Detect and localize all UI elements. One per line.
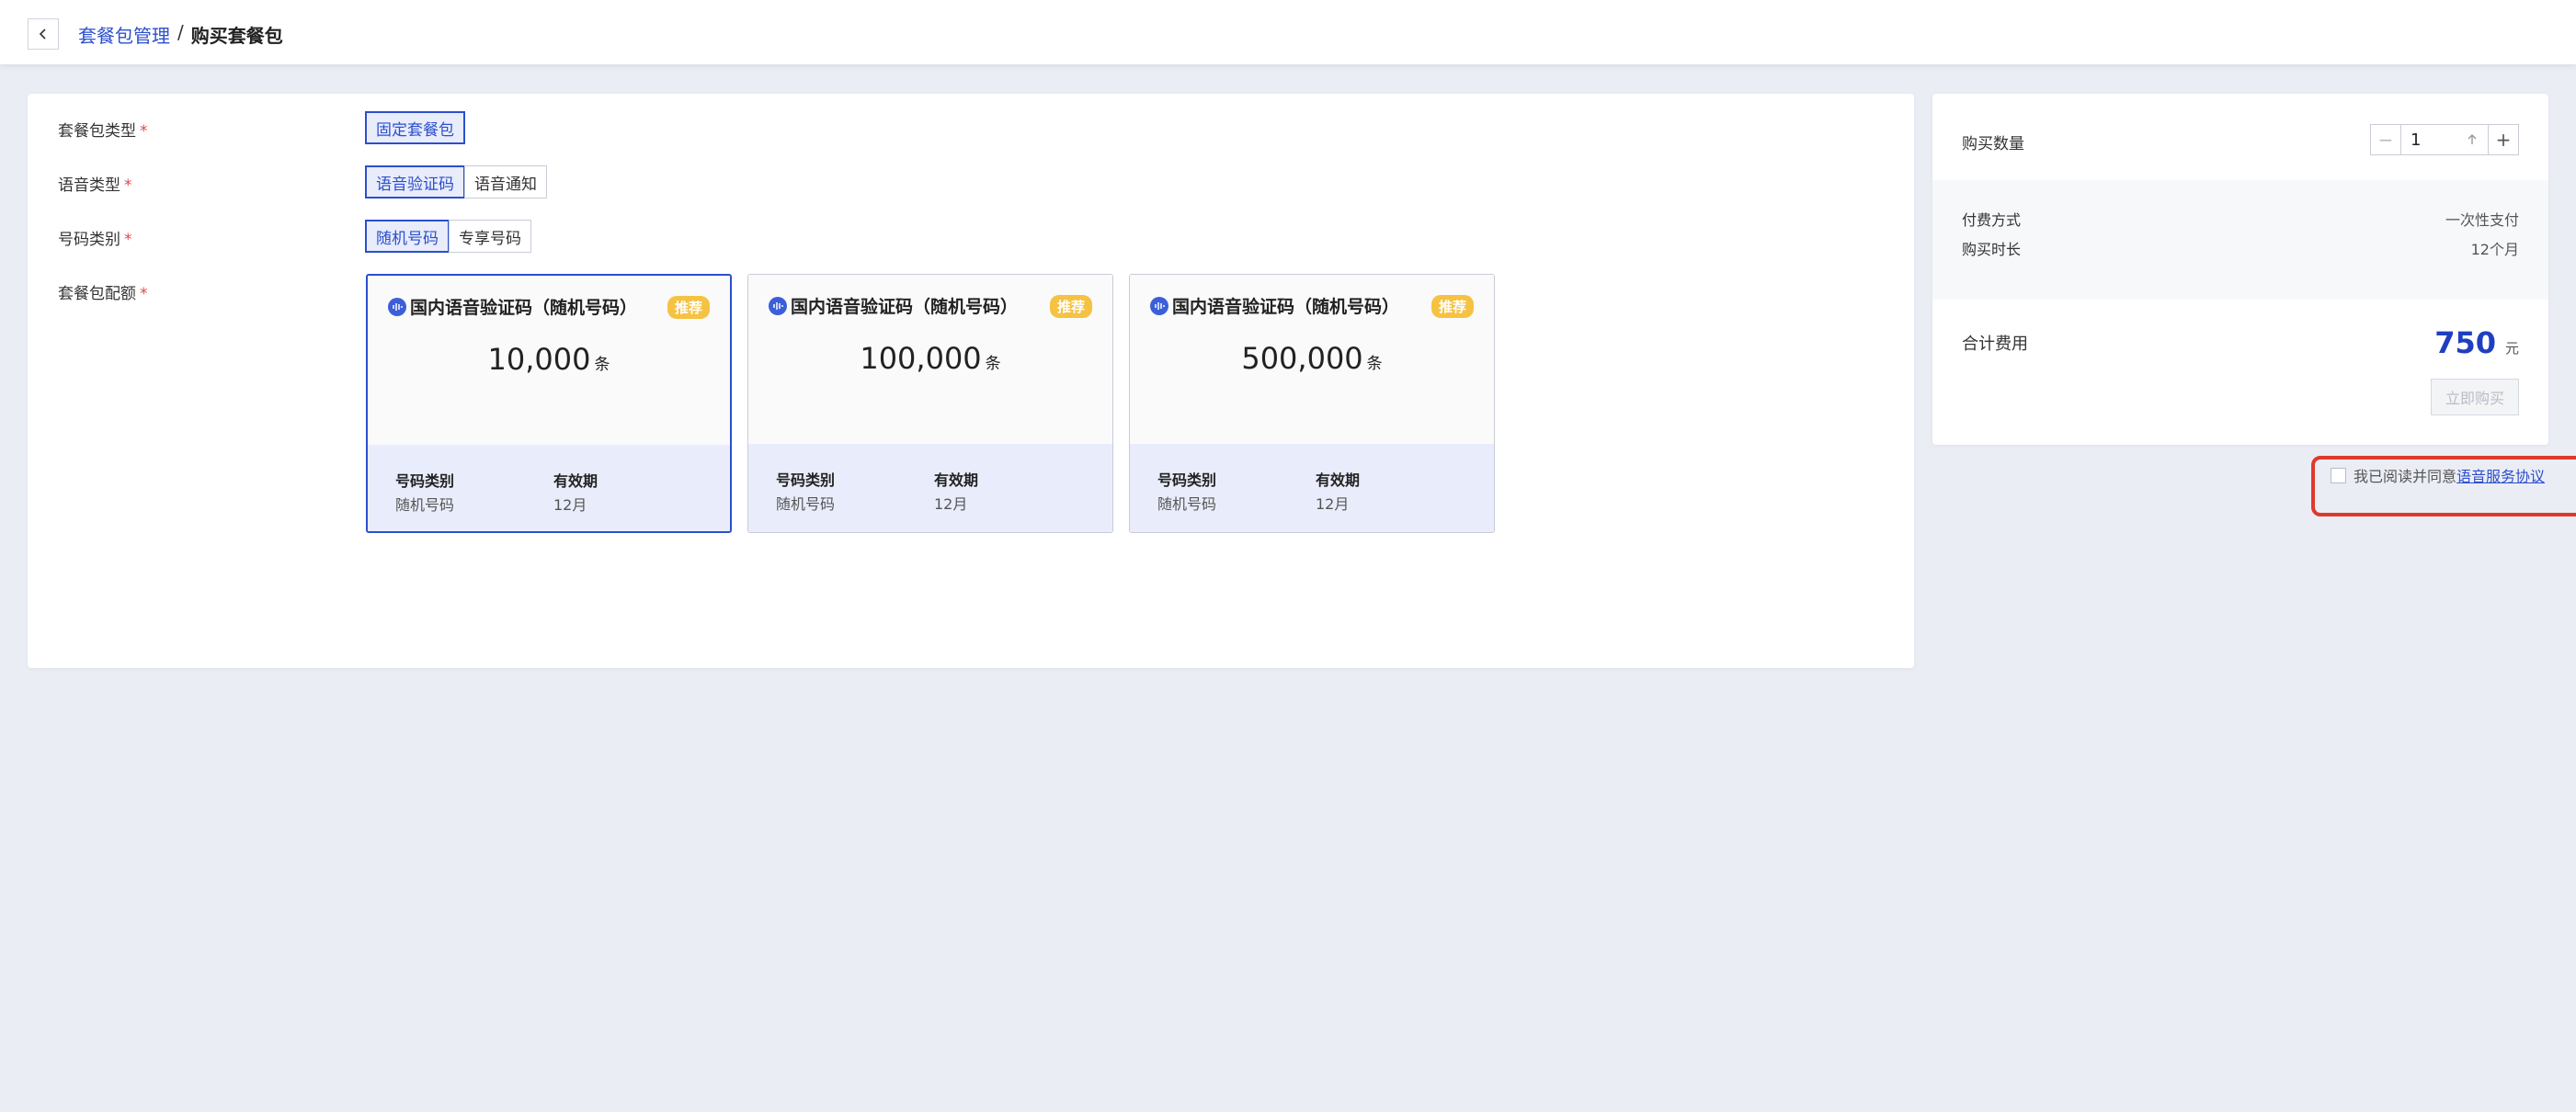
package-quantity-unit: 条: [985, 355, 1001, 373]
number-type-label: 号码类别 *: [58, 226, 132, 249]
back-button[interactable]: [28, 18, 59, 50]
package-type-selector: 固定套餐包: [365, 111, 465, 144]
detail-number-type-value: 随机号码: [1157, 495, 1217, 513]
top-header: 套餐包管理 / 购买套餐包: [0, 0, 2576, 64]
payment-method-label: 付费方式: [1962, 211, 2022, 229]
package-details: 号码类别 随机号码 有效期 12月: [368, 445, 730, 531]
duration-row: 购买时长 12个月: [1962, 237, 2519, 259]
package-type-label-text: 套餐包类型: [58, 122, 136, 141]
agreement-checkbox[interactable]: [2331, 467, 2346, 483]
package-title-text: 国内语音验证码（随机号码）: [410, 298, 638, 318]
quantity-value: 1: [2411, 130, 2422, 150]
package-title-text: 国内语音验证码（随机号码）: [1172, 297, 1400, 317]
package-title: 国内语音验证码（随机号码）: [388, 294, 637, 319]
voice-type-option-notification[interactable]: 语音通知: [464, 165, 547, 199]
buy-now-button[interactable]: 立即购买: [2431, 379, 2519, 415]
package-quantity: 500,000 条: [1130, 341, 1494, 376]
recommend-badge: 推荐: [667, 296, 710, 319]
package-quantity-value: 10,000: [487, 342, 591, 377]
breadcrumb: 套餐包管理 / 购买套餐包: [78, 21, 283, 48]
quota-label-text: 套餐包配额: [58, 285, 136, 303]
voice-type-label-text: 语音类型: [58, 176, 120, 195]
package-card-100000[interactable]: 国内语音验证码（随机号码） 推荐 100,000 条 号码类别 随机号码 有效期 …: [747, 274, 1113, 533]
breadcrumb-current: 购买套餐包: [190, 25, 283, 47]
total-amount: 750 元: [2434, 325, 2519, 360]
voice-wave-icon: [388, 297, 406, 316]
service-agreement-link[interactable]: 语音服务协议: [2456, 464, 2545, 486]
detail-validity-value: 12月: [553, 496, 587, 514]
package-quantity-value: 500,000: [1241, 341, 1363, 376]
required-mark: *: [124, 176, 132, 195]
order-summary-panel: 购买数量 − 1 + 付费方式 一次性支付 购买时长 12个月 合计费用 750…: [1932, 94, 2548, 445]
package-quantity-unit: 条: [594, 356, 610, 374]
detail-validity-value: 12月: [934, 495, 968, 513]
breadcrumb-parent-link[interactable]: 套餐包管理: [78, 21, 170, 48]
number-type-option-random[interactable]: 随机号码: [365, 220, 450, 253]
currency-unit: 元: [2504, 340, 2519, 357]
package-title-text: 国内语音验证码（随机号码）: [791, 297, 1019, 317]
package-quantity-value: 100,000: [860, 341, 982, 376]
arrow-up-icon: [2468, 134, 2477, 144]
chevron-left-icon: [39, 28, 46, 40]
package-quantity: 10,000 条: [368, 342, 730, 377]
detail-number-type-label: 号码类别: [1157, 471, 1217, 489]
payment-method-value: 一次性支付: [2445, 211, 2519, 229]
voice-type-label: 语音类型 *: [58, 172, 132, 195]
package-card-10000[interactable]: 国内语音验证码（随机号码） 推荐 10,000 条 号码类别 随机号码 有效期 1…: [366, 274, 732, 533]
required-mark: *: [140, 285, 148, 303]
number-type-option-dedicated[interactable]: 专享号码: [449, 220, 531, 253]
payment-method-row: 付费方式 一次性支付: [1962, 208, 2519, 230]
package-card-500000[interactable]: 国内语音验证码（随机号码） 推荐 500,000 条 号码类别 随机号码 有效期 …: [1129, 274, 1495, 533]
recommend-badge: 推荐: [1430, 295, 1474, 318]
quantity-stepper: − 1 +: [2370, 124, 2519, 155]
package-form-panel: 套餐包类型 * 固定套餐包 语音类型 * 语音验证码 语音通知 号码类别 * 随机号码…: [28, 94, 1914, 668]
package-type-option-fixed[interactable]: 固定套餐包: [365, 111, 465, 144]
voice-wave-icon: [1150, 296, 1168, 315]
required-mark: *: [140, 122, 148, 141]
detail-validity-value: 12月: [1316, 495, 1350, 513]
package-quantity-unit: 条: [1366, 355, 1383, 373]
package-type-label: 套餐包类型 *: [58, 118, 148, 141]
voice-type-selector: 语音验证码 语音通知: [365, 165, 547, 199]
quota-label: 套餐包配额 *: [58, 280, 148, 303]
quantity-label: 购买数量: [1962, 135, 2024, 153]
breadcrumb-separator: /: [177, 21, 184, 43]
detail-number-type-label: 号码类别: [395, 472, 455, 490]
agreement-text: 我已阅读并同意: [2354, 468, 2457, 485]
voice-type-option-verification[interactable]: 语音验证码: [365, 165, 465, 199]
required-mark: *: [124, 231, 132, 249]
detail-validity-label: 有效期: [934, 471, 979, 489]
number-type-label-text: 号码类别: [58, 231, 120, 249]
agreement-row: 我已阅读并同意 语音服务协议: [2331, 464, 2545, 486]
total-label: 合计费用: [1962, 335, 2028, 354]
duration-label: 购买时长: [1962, 241, 2022, 258]
package-details: 号码类别 随机号码 有效期 12月: [748, 444, 1112, 532]
detail-number-type-value: 随机号码: [395, 496, 455, 514]
package-details: 号码类别 随机号码 有效期 12月: [1130, 444, 1494, 532]
detail-validity-label: 有效期: [553, 472, 598, 490]
payment-info: 付费方式 一次性支付 购买时长 12个月: [1932, 180, 2548, 300]
voice-wave-icon: [769, 296, 787, 315]
duration-value: 12个月: [2470, 241, 2519, 258]
total-value: 750: [2434, 325, 2496, 360]
package-title: 国内语音验证码（随机号码）: [1150, 293, 1399, 318]
increase-button[interactable]: +: [2488, 124, 2519, 155]
package-quantity: 100,000 条: [748, 341, 1112, 376]
number-type-selector: 随机号码 专享号码: [365, 220, 531, 253]
detail-validity-label: 有效期: [1316, 471, 1361, 489]
decrease-button[interactable]: −: [2370, 124, 2401, 155]
detail-number-type-value: 随机号码: [776, 495, 836, 513]
package-title: 国内语音验证码（随机号码）: [769, 293, 1018, 318]
recommend-badge: 推荐: [1049, 295, 1092, 318]
detail-number-type-label: 号码类别: [776, 471, 836, 489]
quantity-input[interactable]: 1: [2401, 124, 2488, 155]
